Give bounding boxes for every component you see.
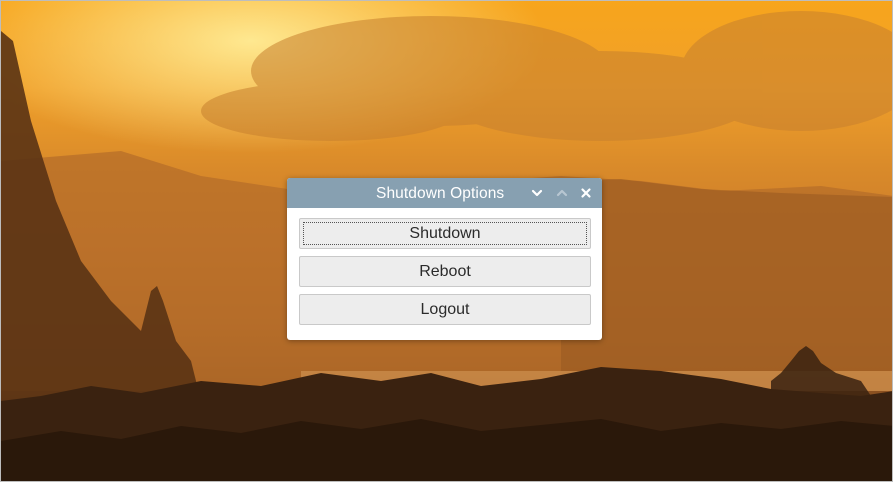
reboot-button-label: Reboot xyxy=(419,262,471,280)
dialog-title: Shutdown Options xyxy=(376,185,505,202)
maximize-button[interactable] xyxy=(553,184,571,202)
dialog-content: Shutdown Reboot Logout xyxy=(287,208,602,325)
desktop-background: Shutdown Options Shutdown Reboot Logout xyxy=(0,0,893,482)
logout-button-label: Logout xyxy=(420,300,470,318)
shutdown-button-label: Shutdown xyxy=(409,224,481,242)
clouds xyxy=(201,11,892,141)
mid-hills xyxy=(561,179,892,371)
minimize-button[interactable] xyxy=(528,184,546,202)
close-button[interactable] xyxy=(577,184,595,202)
chevron-down-icon xyxy=(531,189,543,197)
shutdown-options-dialog: Shutdown Options Shutdown Reboot Logout xyxy=(287,178,602,340)
chevron-up-icon xyxy=(556,189,568,197)
shutdown-button[interactable]: Shutdown xyxy=(299,218,591,249)
close-icon xyxy=(581,188,591,198)
dialog-titlebar[interactable]: Shutdown Options xyxy=(287,178,602,208)
logout-button[interactable]: Logout xyxy=(299,294,591,325)
reboot-button[interactable]: Reboot xyxy=(299,256,591,287)
